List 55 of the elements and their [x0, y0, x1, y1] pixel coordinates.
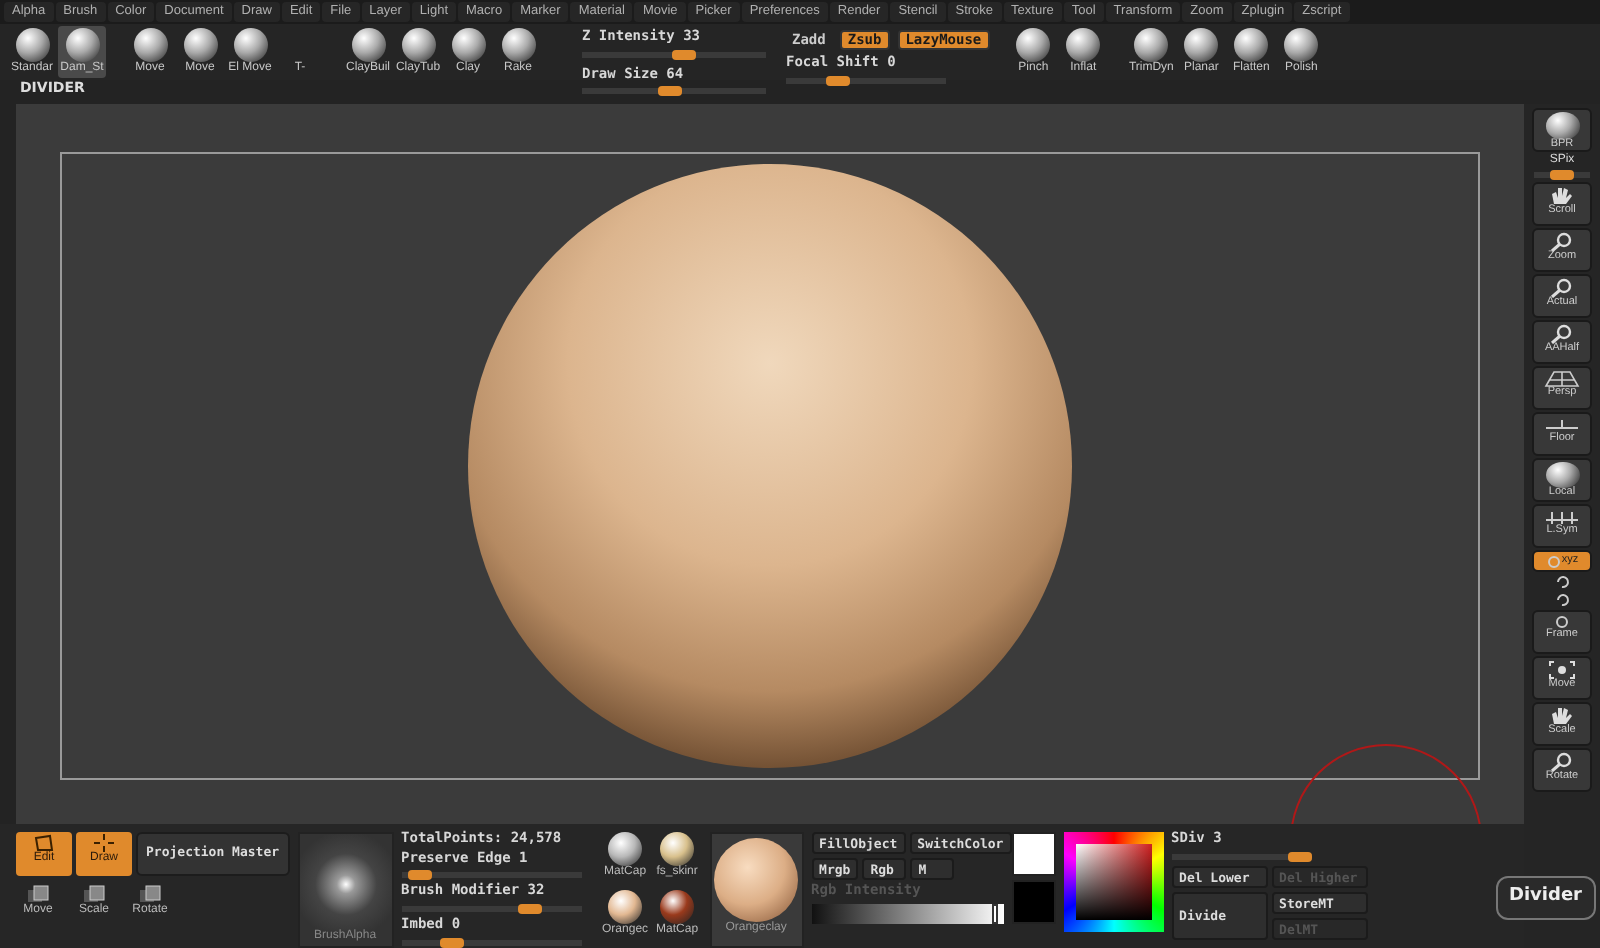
sphere-icon [351, 28, 385, 62]
floor-icon [1544, 415, 1580, 434]
sphere-icon [1016, 28, 1051, 62]
sphere-icon [1545, 461, 1579, 489]
sphere-icon [233, 28, 267, 62]
color-picker[interactable] [1063, 832, 1164, 932]
intensity-slider[interactable] [811, 903, 1004, 924]
sphere-icon [1184, 28, 1219, 62]
slider-track[interactable] [1171, 851, 1312, 862]
tile-icon [138, 884, 162, 904]
slider-track[interactable] [582, 49, 766, 60]
slider-handle[interactable] [1287, 851, 1312, 862]
hand-icon [1548, 185, 1576, 206]
tooltip: Divider [1495, 876, 1596, 920]
sphere-icon [451, 28, 485, 62]
frame-icon [1548, 659, 1576, 680]
slider-handle[interactable] [408, 870, 433, 881]
slider-handle[interactable] [440, 937, 465, 948]
sphere-icon [65, 28, 99, 62]
tile-icon [82, 884, 106, 904]
sphere-icon [133, 28, 167, 62]
slider-handle[interactable] [518, 904, 543, 915]
magnifier-icon [1548, 751, 1576, 772]
sphere-icon [1066, 28, 1101, 62]
crosshair-icon [94, 834, 114, 852]
slider-handle[interactable] [826, 75, 851, 86]
grid-icon [1544, 369, 1580, 388]
sphere-icon [401, 28, 435, 62]
tile-icon [26, 884, 50, 904]
slider-track[interactable] [401, 904, 582, 915]
ring-icon [1545, 553, 1562, 570]
sphere-icon [1134, 28, 1169, 62]
sphere-icon [501, 28, 535, 62]
slider-handle[interactable] [658, 86, 683, 97]
sphere-icon [1284, 28, 1319, 62]
canvas[interactable] [16, 104, 1524, 824]
slider-handle[interactable] [671, 49, 696, 60]
sphere-icon [1545, 112, 1579, 139]
axis-icon [1544, 507, 1580, 526]
magnifier-icon [1548, 323, 1576, 344]
ring-icon [1554, 613, 1570, 630]
slider-track[interactable] [401, 937, 582, 948]
magnifier-icon [1548, 231, 1576, 252]
slider-track[interactable] [1534, 169, 1590, 180]
edit-icon [34, 834, 54, 852]
sphere-icon [15, 28, 49, 62]
material-sphere-icon [714, 838, 799, 922]
slider-handle[interactable] [1550, 169, 1574, 180]
color-swatch[interactable] [1011, 880, 1056, 924]
slider-track[interactable] [401, 870, 582, 881]
sphere-icon [183, 28, 217, 62]
sphere-icon [1234, 28, 1269, 62]
hand-icon [1548, 705, 1576, 726]
color-swatch[interactable] [1011, 832, 1056, 876]
magnifier-icon [1548, 277, 1576, 298]
